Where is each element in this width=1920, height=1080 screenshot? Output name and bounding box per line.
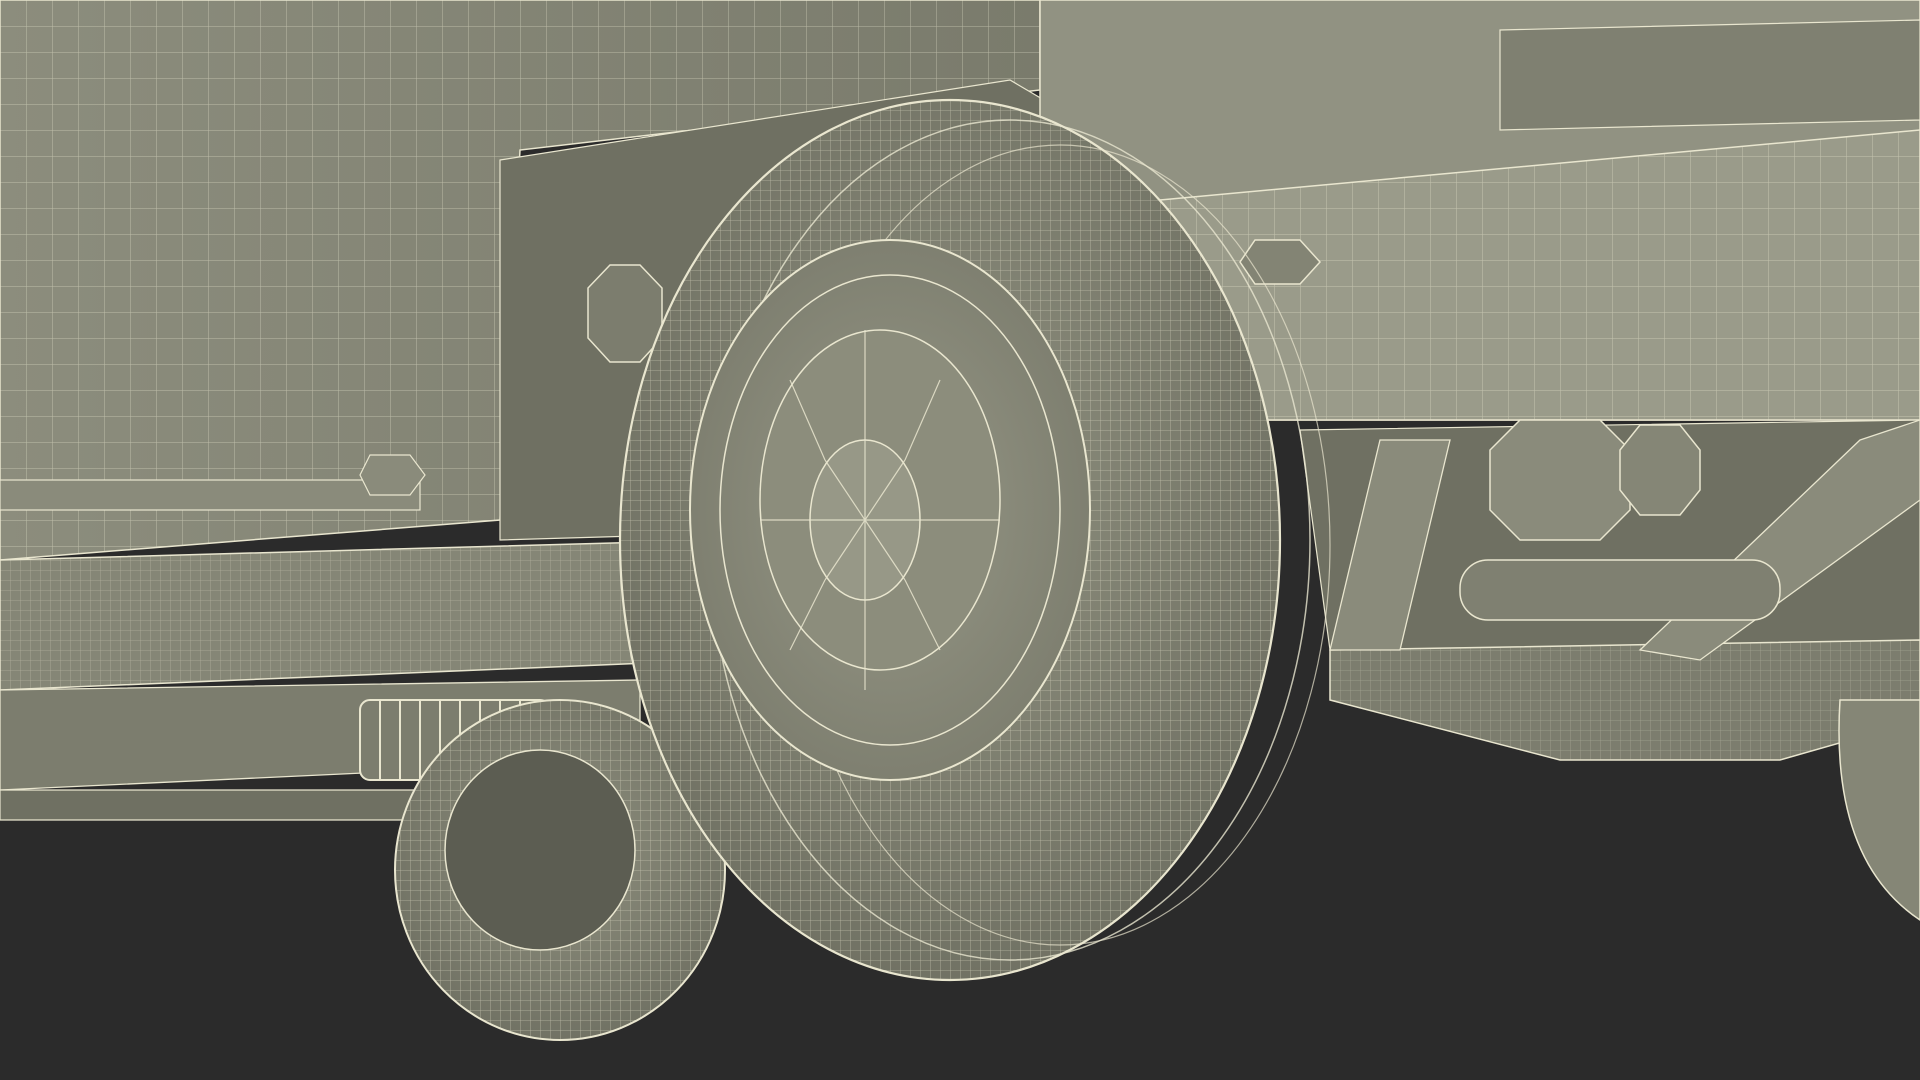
chassis-frame-right: [1299, 419, 1920, 761]
shock-mount: [587, 264, 663, 363]
wireframe-render: [0, 0, 1920, 1080]
